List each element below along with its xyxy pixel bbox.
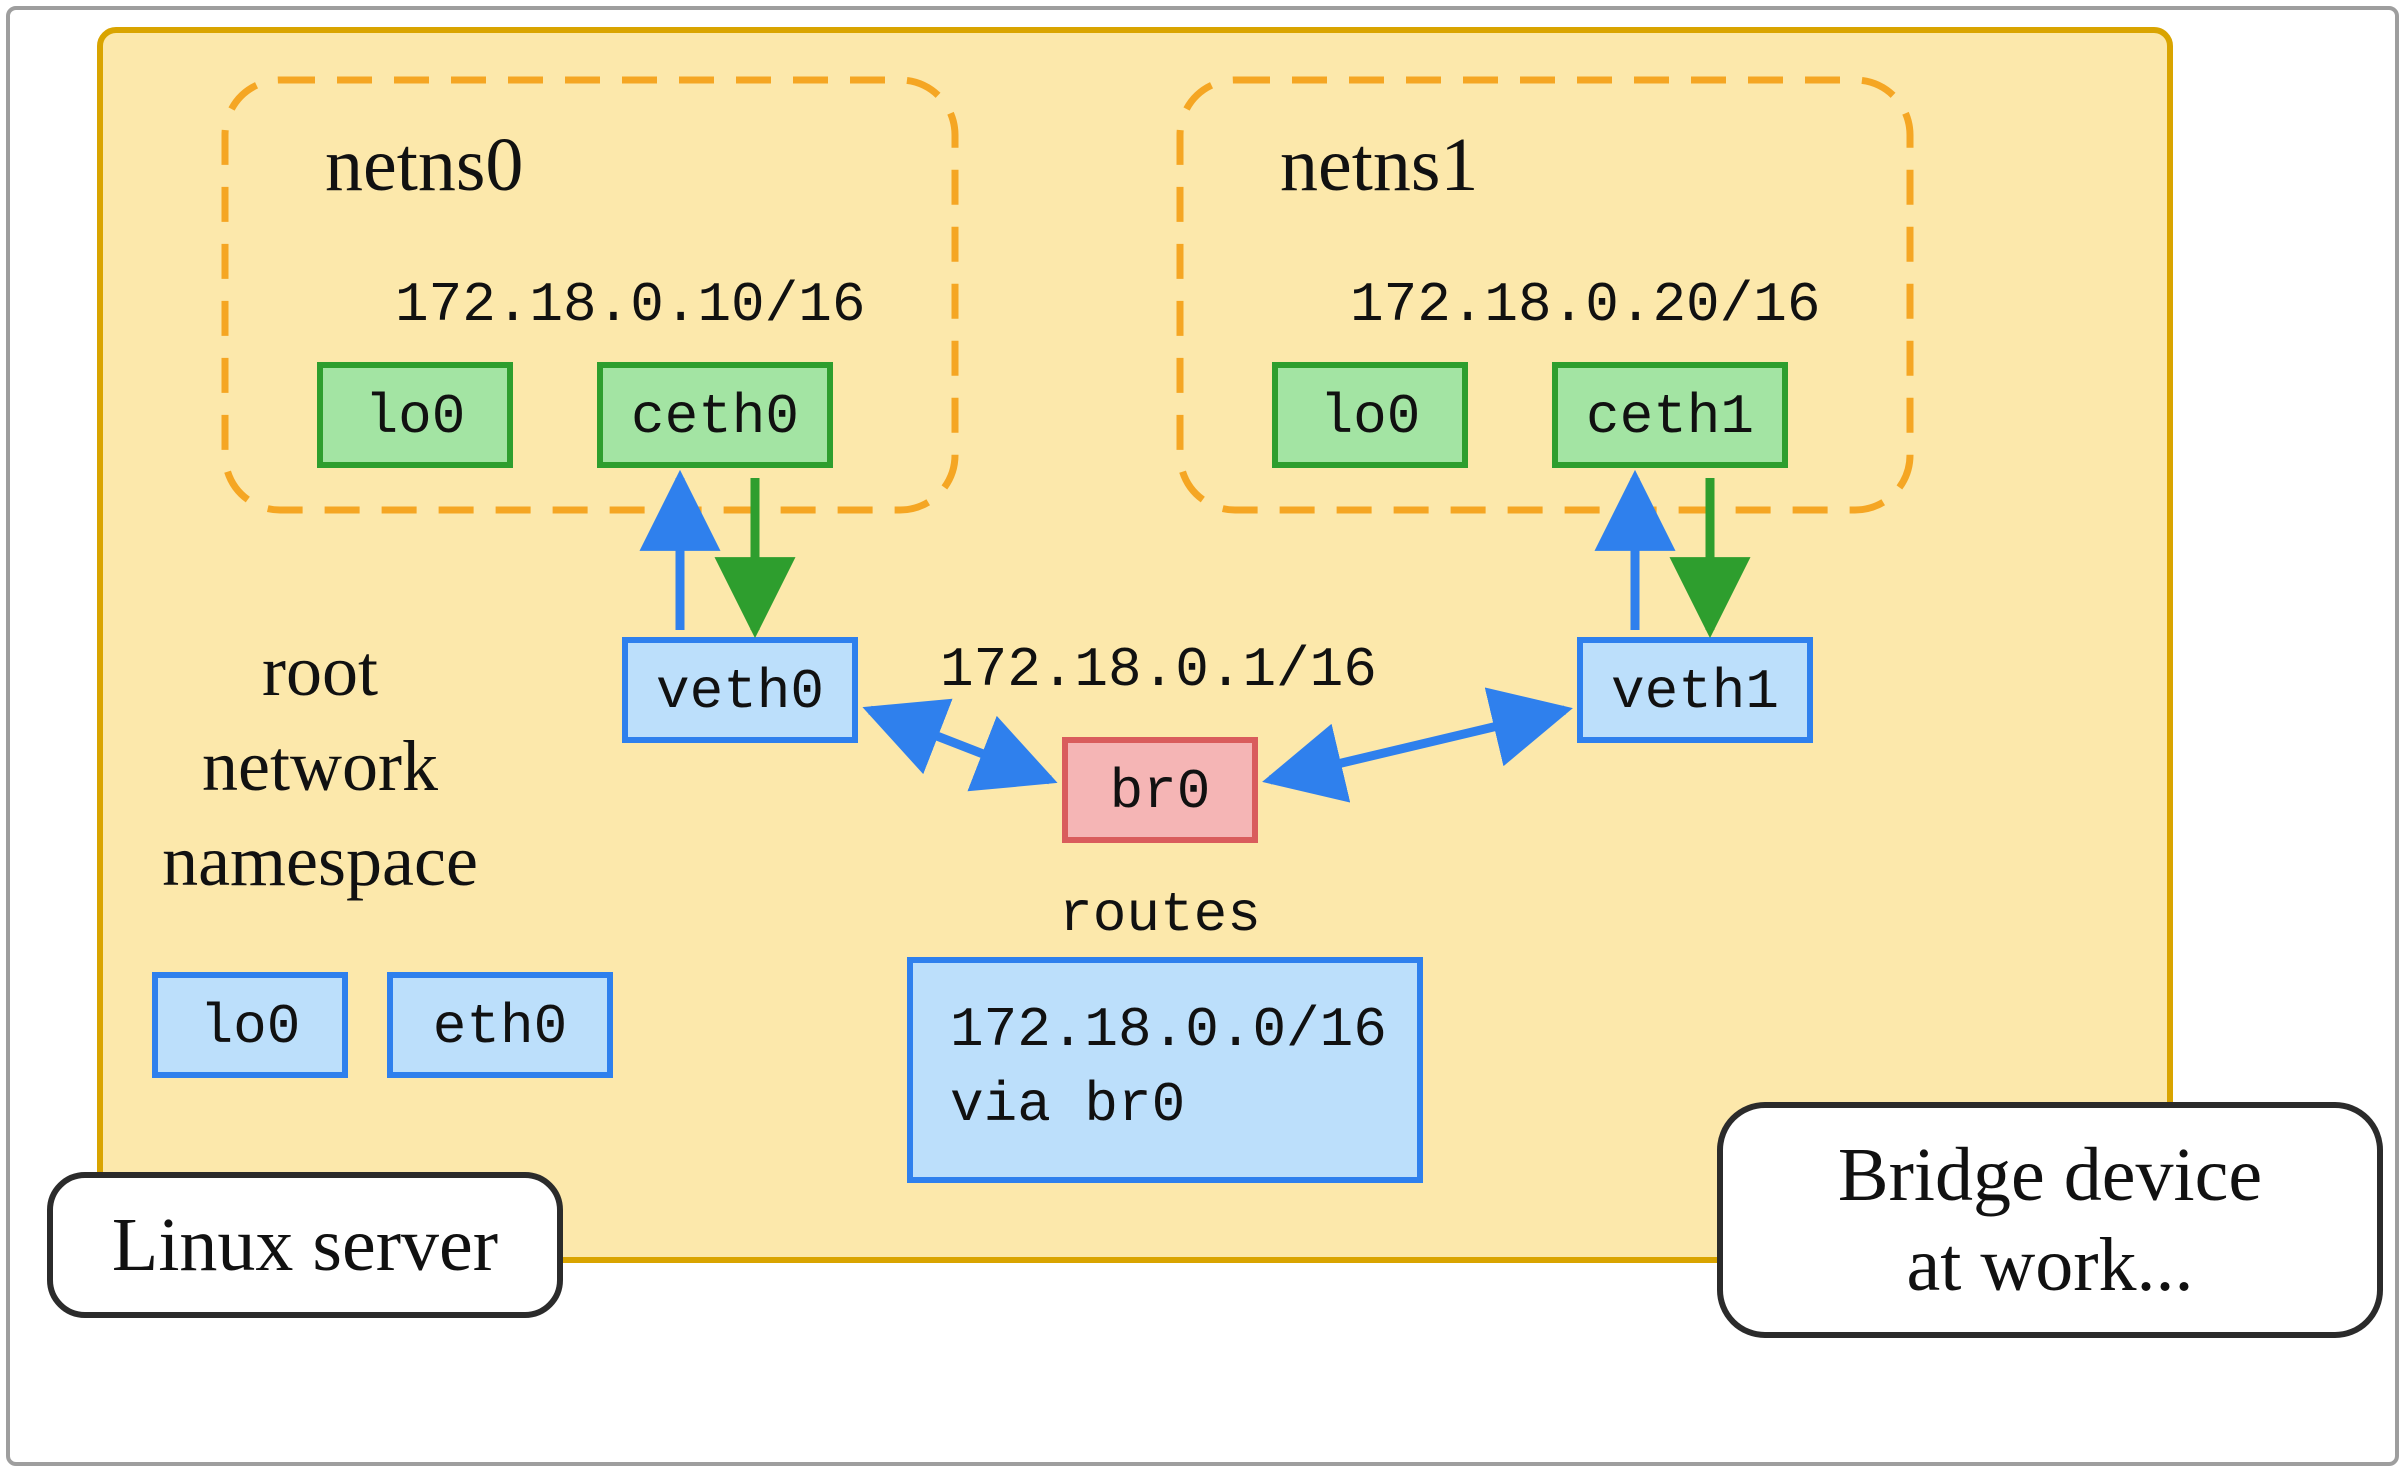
- server-label: Linux server: [112, 1203, 498, 1287]
- server-label-pill: Linux server: [50, 1175, 560, 1315]
- root-ns-l2: network: [202, 726, 438, 806]
- root-ns-l3: namespace: [162, 821, 478, 901]
- routes-line1: 172.18.0.0/16: [950, 998, 1387, 1062]
- netns0-lo-label: lo0: [365, 385, 466, 449]
- veth1-label: veth1: [1611, 660, 1779, 724]
- bridge-ip: 172.18.0.1/16: [940, 638, 1377, 702]
- caption-l1: Bridge device: [1838, 1133, 2262, 1217]
- netns1-lo-label: lo0: [1320, 385, 1421, 449]
- netns1-title: netns1: [1280, 123, 1478, 207]
- routes-line2: via br0: [950, 1073, 1185, 1137]
- caption-pill: Bridge device at work...: [1720, 1105, 2380, 1335]
- caption-l2: at work...: [1906, 1223, 2193, 1307]
- netns1-ceth-label: ceth1: [1586, 385, 1754, 449]
- diagram-canvas: netns0 172.18.0.10/16 lo0 ceth0 netns1 1…: [0, 0, 2405, 1472]
- br0-label: br0: [1110, 760, 1211, 824]
- netns1-ip: 172.18.0.20/16: [1350, 273, 1820, 337]
- root-eth-label: eth0: [433, 995, 567, 1059]
- netns0-ceth-label: ceth0: [631, 385, 799, 449]
- root-lo-label: lo0: [200, 995, 301, 1059]
- routes-title: routes: [1059, 883, 1261, 947]
- routes-box: [910, 960, 1420, 1180]
- netns0-title: netns0: [325, 123, 523, 207]
- netns0-ip: 172.18.0.10/16: [395, 273, 865, 337]
- veth0-label: veth0: [656, 660, 824, 724]
- root-ns-l1: root: [262, 631, 378, 711]
